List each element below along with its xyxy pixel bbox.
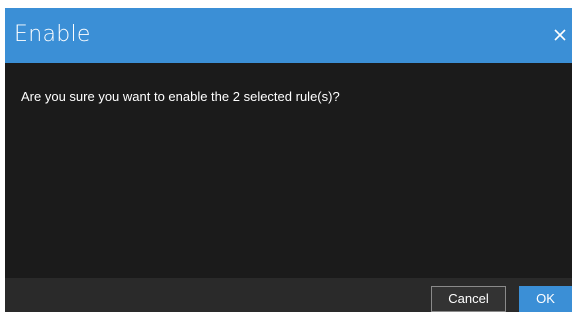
close-button[interactable] xyxy=(553,28,567,42)
close-icon xyxy=(554,29,566,41)
dialog-body: Are you sure you want to enable the 2 se… xyxy=(5,63,572,278)
confirmation-message: Are you sure you want to enable the 2 se… xyxy=(21,89,340,104)
cancel-button[interactable]: Cancel xyxy=(431,286,506,312)
enable-dialog: Enable Are you sure you want to enable t… xyxy=(5,8,572,312)
dialog-footer: Cancel OK xyxy=(5,278,572,312)
ok-button[interactable]: OK xyxy=(519,286,572,312)
dialog-header: Enable xyxy=(5,8,572,63)
dialog-title: Enable xyxy=(14,22,91,47)
